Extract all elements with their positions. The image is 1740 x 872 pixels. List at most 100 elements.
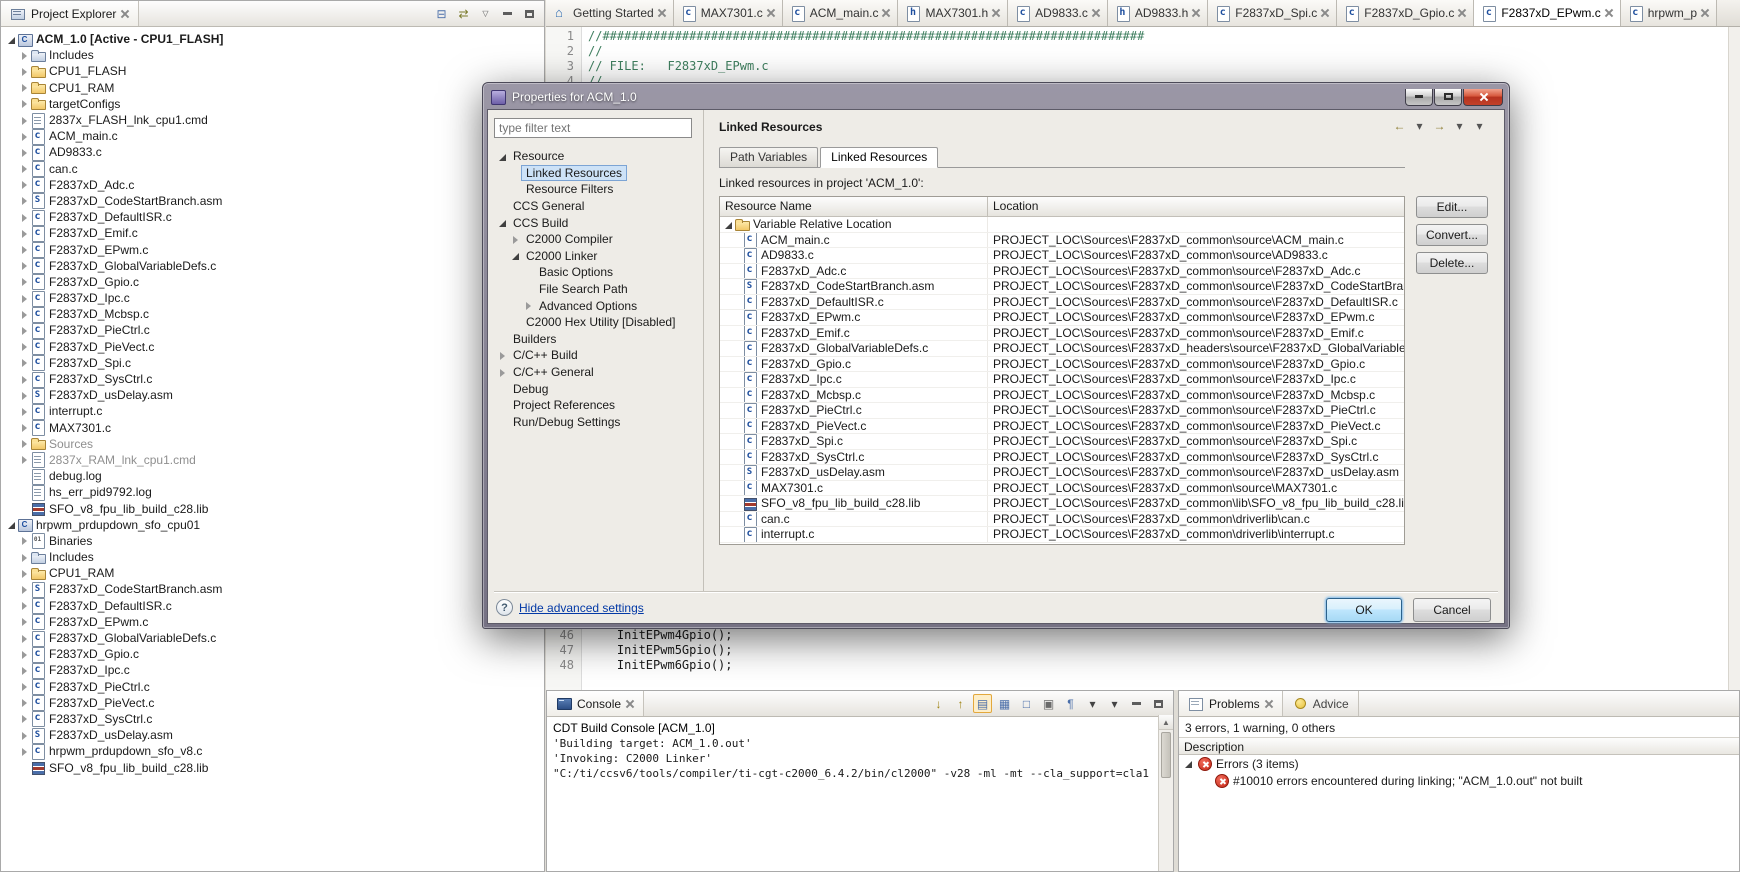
twistie-icon[interactable] [19, 195, 30, 206]
tree-item[interactable]: ACM_1.0 [Active - CPU1_FLASH] [1, 31, 544, 47]
twistie-icon[interactable] [19, 147, 30, 158]
tree-item[interactable]: hrpwm_prdupdown_sfo_v8.c [1, 743, 544, 760]
table-row[interactable]: F2837xD_Adc.c PROJECT_LOC\Sources\F2837x… [720, 263, 1404, 279]
close-icon[interactable] [1321, 9, 1329, 17]
close-icon[interactable] [882, 9, 890, 17]
tree-item[interactable]: F2837xD_usDelay.asm [1, 387, 544, 404]
twistie-icon[interactable] [19, 276, 30, 287]
editor-tab[interactable]: MAX7301.h [898, 0, 1009, 26]
scroll-lock-icon[interactable] [1039, 694, 1058, 713]
table-row[interactable]: interrupt.c PROJECT_LOC\Sources\F2837xD_… [720, 527, 1404, 543]
show-console-on-output-icon[interactable] [973, 694, 992, 713]
twistie-icon[interactable] [19, 131, 30, 142]
twistie-icon[interactable] [19, 487, 30, 498]
table-row[interactable]: ACM_main.c PROJECT_LOC\Sources\F2837xD_c… [720, 232, 1404, 248]
table-row[interactable]: F2837xD_EPwm.c PROJECT_LOC\Sources\F2837… [720, 310, 1404, 326]
display-console-menu-icon[interactable] [1105, 694, 1124, 713]
tree-item[interactable]: F2837xD_Gpio.c [1, 274, 544, 291]
nav-tree-item[interactable]: Resource [492, 148, 700, 165]
twistie-icon[interactable] [19, 260, 30, 271]
nav-tree-item[interactable]: File Search Path [492, 281, 700, 298]
tree-item[interactable]: CPU1_RAM [1, 80, 544, 96]
console-scrollbar[interactable]: ▲ [1158, 715, 1173, 871]
twistie-icon[interactable] [523, 284, 534, 295]
tree-item[interactable]: F2837xD_Ipc.c [1, 290, 544, 307]
twistie-icon[interactable] [497, 201, 508, 212]
filter-input[interactable] [494, 118, 692, 138]
editor-tab[interactable]: F2837xD_Gpio.c [1337, 0, 1475, 26]
hide-advanced-settings-link[interactable]: Hide advanced settings [519, 601, 644, 615]
twistie-icon[interactable] [497, 367, 508, 378]
twistie-icon[interactable] [19, 633, 30, 644]
tree-item[interactable]: F2837xD_DefaultISR.c [1, 209, 544, 226]
twistie-icon[interactable] [497, 217, 508, 228]
close-icon[interactable] [767, 9, 775, 17]
twistie-icon[interactable] [19, 212, 30, 223]
view-menu-icon[interactable] [476, 4, 495, 23]
maximize-button[interactable] [1434, 88, 1462, 106]
scroll-to-top-icon[interactable] [951, 694, 970, 713]
tree-item[interactable]: F2837xD_SysCtrl.c [1, 371, 544, 388]
table-row[interactable]: F2837xD_CodeStartBranch.asm PROJECT_LOC\… [720, 279, 1404, 295]
tree-item[interactable]: F2837xD_Mcbsp.c [1, 306, 544, 323]
close-icon[interactable] [1458, 9, 1466, 17]
twistie-icon[interactable] [19, 228, 30, 239]
tree-item[interactable]: targetConfigs [1, 96, 544, 112]
nav-tree-item[interactable]: C2000 Hex Utility [Disabled] [492, 314, 700, 331]
twistie-icon[interactable] [19, 454, 30, 465]
pin-console-icon[interactable] [995, 694, 1014, 713]
table-row[interactable]: MAX7301.c PROJECT_LOC\Sources\F2837xD_co… [720, 480, 1404, 496]
twistie-icon[interactable] [19, 374, 30, 385]
nav-tree-item[interactable]: C/C++ General [492, 364, 700, 381]
console-tab[interactable]: Console [547, 691, 645, 716]
tree-item[interactable]: F2837xD_Ipc.c [1, 662, 544, 679]
tree-item[interactable]: can.c [1, 161, 544, 178]
twistie-icon[interactable] [19, 616, 30, 627]
tree-item[interactable]: F2837xD_CodeStartBranch.asm [1, 581, 544, 598]
column-resource-name[interactable]: Resource Name [720, 197, 988, 216]
twistie-icon[interactable] [1183, 758, 1194, 769]
twistie-icon[interactable] [19, 341, 30, 352]
twistie-icon[interactable] [19, 552, 30, 563]
close-icon[interactable] [626, 700, 634, 708]
nav-tree-item[interactable]: C/C++ Build [492, 347, 700, 364]
twistie-icon[interactable] [523, 300, 534, 311]
tree-item[interactable]: F2837xD_Gpio.c [1, 646, 544, 663]
editor-tab[interactable]: ACM_main.c [782, 0, 899, 26]
twistie-icon[interactable] [6, 34, 17, 45]
close-icon[interactable] [1605, 9, 1613, 17]
table-row[interactable]: F2837xD_Ipc.c PROJECT_LOC\Sources\F2837x… [720, 372, 1404, 388]
twistie-icon[interactable] [19, 357, 30, 368]
twistie-icon[interactable] [19, 66, 30, 77]
nav-tree-item[interactable]: Project References [492, 397, 700, 414]
scroll-to-bottom-icon[interactable] [929, 694, 948, 713]
table-row[interactable]: can.c PROJECT_LOC\Sources\F2837xD_common… [720, 511, 1404, 527]
table-row[interactable]: F2837xD_GlobalVariableDefs.c PROJECT_LOC… [720, 341, 1404, 357]
twistie-icon[interactable] [19, 115, 30, 126]
tree-item[interactable]: ACM_main.c [1, 128, 544, 145]
twistie-icon[interactable] [19, 390, 30, 401]
tree-item[interactable]: F2837xD_PieCtrl.c [1, 679, 544, 696]
twistie-icon[interactable] [19, 535, 30, 546]
editor-tab[interactable]: AD9833.c [1008, 0, 1108, 26]
table-row[interactable]: Variable Relative Location [720, 217, 1404, 233]
tree-item[interactable]: F2837xD_DefaultISR.c [1, 598, 544, 615]
nav-tree-item[interactable]: C2000 Compiler [492, 231, 700, 248]
twistie-icon[interactable] [523, 267, 534, 278]
maximize-icon[interactable] [520, 4, 539, 23]
delete-button[interactable]: Delete... [1416, 252, 1488, 274]
nav-tree-item[interactable]: Debug [492, 380, 700, 397]
twistie-icon[interactable] [19, 730, 30, 741]
line-number[interactable]: 1 [546, 29, 582, 44]
twistie-icon[interactable] [19, 50, 30, 61]
twistie-icon[interactable] [510, 317, 521, 328]
twistie-icon[interactable] [510, 250, 521, 261]
nav-tree-item[interactable]: CCS General [492, 198, 700, 215]
twistie-icon[interactable] [19, 179, 30, 190]
tree-item[interactable]: Includes [1, 549, 544, 565]
view-menu-icon[interactable] [1471, 117, 1488, 135]
close-icon[interactable] [121, 10, 129, 18]
tab-linked-resources[interactable]: Linked Resources [820, 147, 939, 168]
twistie-icon[interactable] [497, 383, 508, 394]
edit-button[interactable]: Edit... [1416, 196, 1488, 218]
